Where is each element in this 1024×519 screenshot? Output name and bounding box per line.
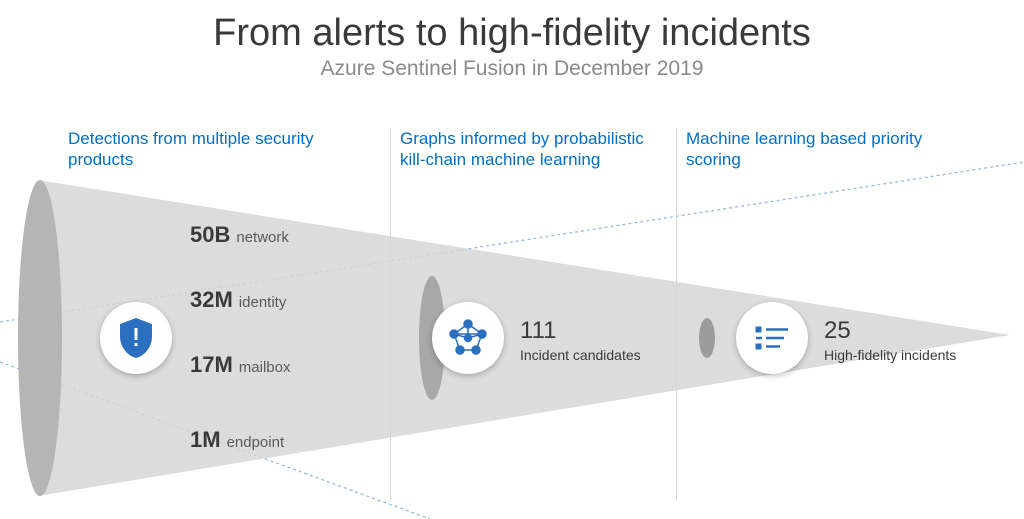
metric-label: mailbox <box>239 359 291 376</box>
metric-value: 17M <box>190 352 233 378</box>
stage3-value: 25 <box>824 317 956 345</box>
column-heading-graphs: Graphs informed by probabilistic kill-ch… <box>400 128 660 170</box>
metric-label: endpoint <box>227 434 285 451</box>
stage2-value: 111 <box>520 317 641 345</box>
column-heading-scoring: Machine learning based priority scoring <box>686 128 926 170</box>
metric-row: 17M mailbox <box>190 352 290 378</box>
funnel-shape <box>0 12 1024 519</box>
metric-label: identity <box>239 294 287 311</box>
metric-value: 50B <box>190 222 230 248</box>
list-circle <box>736 302 808 374</box>
column-separator <box>390 128 391 500</box>
page-subtitle: Azure Sentinel Fusion in December 2019 <box>0 57 1024 81</box>
priority-list-icon <box>752 323 792 353</box>
metric-value: 32M <box>190 287 233 313</box>
shield-icon <box>116 316 156 360</box>
metric-row: 1M endpoint <box>190 427 284 453</box>
page-title: From alerts to high-fidelity incidents <box>0 12 1024 55</box>
shield-circle <box>100 302 172 374</box>
stage3-label: High-fidelity incidents <box>824 347 956 363</box>
stage2-label: Incident candidates <box>520 347 641 363</box>
metric-label: network <box>236 229 289 246</box>
graph-circle <box>432 302 504 374</box>
metric-row: 50B network <box>190 222 289 248</box>
column-heading-detections: Detections from multiple security produc… <box>68 128 328 170</box>
column-separator <box>676 128 677 500</box>
stage2-metric: 111 Incident candidates <box>520 317 641 363</box>
metric-row: 32M identity <box>190 287 286 313</box>
metric-value: 1M <box>190 427 221 453</box>
graph-icon <box>446 316 490 360</box>
stage3-metric: 25 High-fidelity incidents <box>824 317 956 363</box>
